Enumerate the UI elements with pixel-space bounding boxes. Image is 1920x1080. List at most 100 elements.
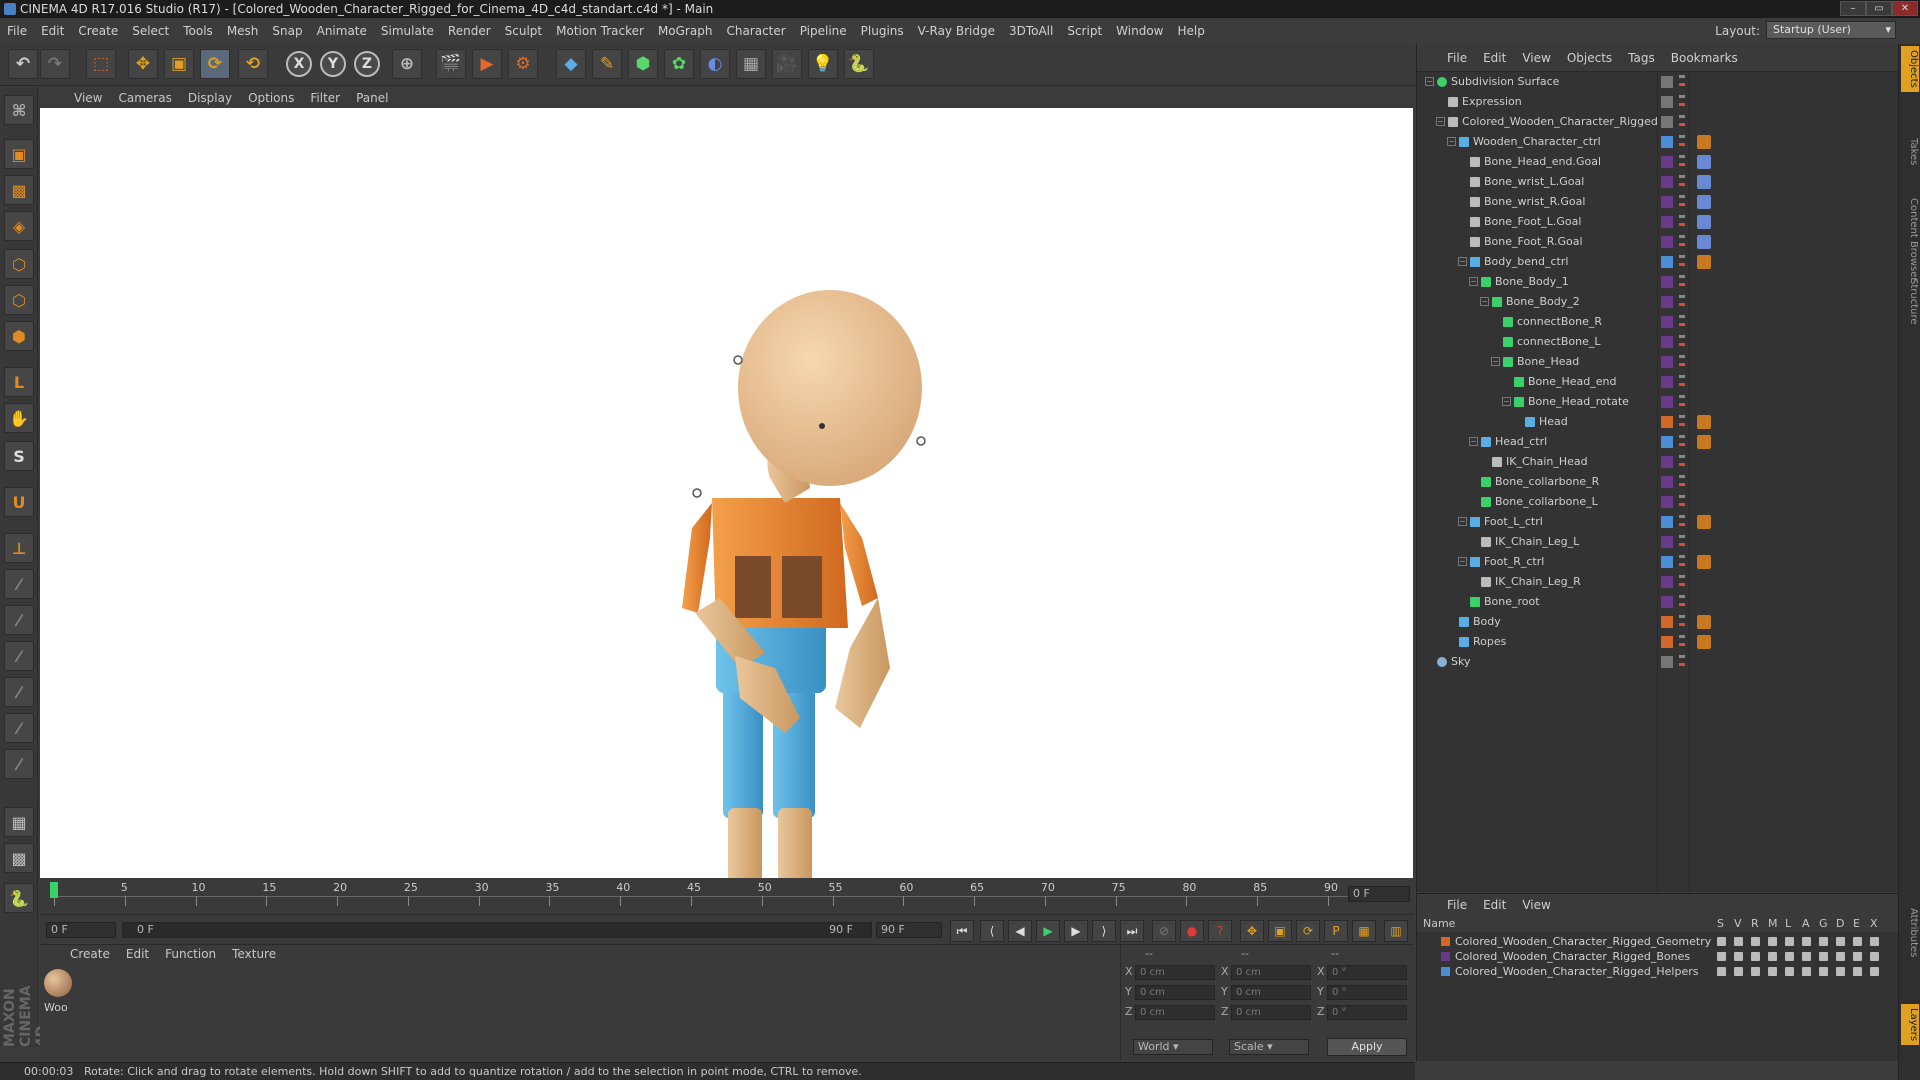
timeline-layout-button[interactable]: ▥ bbox=[1384, 920, 1408, 942]
floor-button[interactable]: ▦ bbox=[736, 49, 766, 79]
python-script-button[interactable]: 🐍 bbox=[4, 883, 34, 913]
maximize-button[interactable]: ▭ bbox=[1866, 1, 1892, 16]
object-tag-icon[interactable] bbox=[1697, 515, 1711, 529]
object-row[interactable]: − Bone_Body_1 bbox=[1417, 272, 1899, 292]
layer-color-swatch[interactable] bbox=[1661, 256, 1673, 268]
layer-color-swatch[interactable] bbox=[1661, 316, 1673, 328]
right-tab-objects[interactable]: Objects bbox=[1901, 46, 1919, 92]
layer-color-swatch[interactable] bbox=[1661, 536, 1673, 548]
menu-tools[interactable]: Tools bbox=[176, 24, 220, 38]
layer-flag-toggle[interactable] bbox=[1819, 937, 1828, 946]
object-row[interactable]: Body bbox=[1417, 612, 1899, 632]
layer-color-swatch[interactable] bbox=[1441, 937, 1450, 946]
layer-flag-toggle[interactable] bbox=[1751, 952, 1760, 961]
object-row[interactable]: Bone_Head_end.Goal bbox=[1417, 152, 1899, 172]
expand-toggle-icon[interactable]: − bbox=[1491, 357, 1500, 366]
brush-tool-4[interactable]: ⁄ bbox=[4, 677, 34, 707]
tweak-mode-button[interactable]: ✋ bbox=[4, 403, 34, 433]
layer-flag-toggle[interactable] bbox=[1802, 967, 1811, 976]
object-row[interactable]: Head bbox=[1417, 412, 1899, 432]
magnet-button[interactable]: U bbox=[4, 487, 34, 517]
subdivision-surface-button[interactable]: ⬢ bbox=[628, 49, 658, 79]
pen-spline-button[interactable]: ✎ bbox=[592, 49, 622, 79]
expand-toggle-icon[interactable]: − bbox=[1436, 117, 1445, 126]
object-row[interactable]: − Wooden_Character_ctrl bbox=[1417, 132, 1899, 152]
menu-snap[interactable]: Snap bbox=[265, 24, 309, 38]
expand-toggle-icon[interactable]: − bbox=[1469, 277, 1478, 286]
layer-color-swatch[interactable] bbox=[1661, 176, 1673, 188]
coordinate-mode-select[interactable]: World ▾ bbox=[1133, 1039, 1213, 1055]
layer-flag-toggle[interactable] bbox=[1870, 937, 1879, 946]
playhead-marker[interactable] bbox=[50, 882, 58, 898]
make-editable-button[interactable]: ⌘ bbox=[4, 95, 34, 125]
menu-script[interactable]: Script bbox=[1060, 24, 1109, 38]
visibility-dots-icon[interactable] bbox=[1679, 95, 1685, 109]
brush-tool-6[interactable]: ⁄ bbox=[4, 749, 34, 779]
deformer-button[interactable]: ◐ bbox=[700, 49, 730, 79]
object-tag-icon[interactable] bbox=[1697, 615, 1711, 629]
visibility-dots-icon[interactable] bbox=[1679, 375, 1685, 389]
key-parameter-button[interactable]: P bbox=[1324, 920, 1348, 942]
object-row[interactable]: Expression bbox=[1417, 92, 1899, 112]
layer-color-swatch[interactable] bbox=[1661, 136, 1673, 148]
layer-color-swatch[interactable] bbox=[1661, 236, 1673, 248]
live-selection-button[interactable]: ⬚ bbox=[86, 49, 116, 79]
visibility-dots-icon[interactable] bbox=[1679, 575, 1685, 589]
layer-flag-column[interactable]: E bbox=[1853, 916, 1860, 932]
position-field[interactable]: 0 cm bbox=[1135, 1005, 1215, 1020]
visibility-dots-icon[interactable] bbox=[1679, 395, 1685, 409]
object-tag-icon[interactable] bbox=[1697, 415, 1711, 429]
menu-animate[interactable]: Animate bbox=[310, 24, 374, 38]
object-row[interactable]: − Subdivision Surface bbox=[1417, 72, 1899, 92]
layer-color-swatch[interactable] bbox=[1661, 196, 1673, 208]
visibility-dots-icon[interactable] bbox=[1679, 215, 1685, 229]
object-row[interactable]: connectBone_L bbox=[1417, 332, 1899, 352]
key-pla-button[interactable]: ▦ bbox=[1352, 920, 1376, 942]
python-button[interactable]: 🐍 bbox=[844, 49, 874, 79]
size-field[interactable]: 0 cm bbox=[1231, 1005, 1311, 1020]
object-row[interactable]: IK_Chain_Leg_L bbox=[1417, 532, 1899, 552]
visibility-dots-icon[interactable] bbox=[1679, 75, 1685, 89]
autokey-button[interactable]: ? bbox=[1208, 920, 1232, 942]
snap-button[interactable]: S bbox=[4, 441, 34, 471]
end-frame-field[interactable]: 90 F bbox=[876, 922, 942, 938]
layer-flag-column[interactable]: X bbox=[1870, 916, 1878, 932]
material-menu-function[interactable]: Function bbox=[157, 947, 224, 961]
menu-plugins[interactable]: Plugins bbox=[854, 24, 911, 38]
layer-flag-column[interactable]: R bbox=[1751, 916, 1759, 932]
layer-color-swatch[interactable] bbox=[1661, 216, 1673, 228]
polygons-mode-button[interactable]: ⬢ bbox=[4, 321, 34, 351]
layer-flag-column[interactable]: G bbox=[1819, 916, 1828, 932]
menu-character[interactable]: Character bbox=[719, 24, 792, 38]
viewport-menu-display[interactable]: Display bbox=[180, 91, 240, 105]
key-position-button[interactable]: ✥ bbox=[1240, 920, 1264, 942]
layer-flag-toggle[interactable] bbox=[1717, 937, 1726, 946]
object-row[interactable]: connectBone_R bbox=[1417, 312, 1899, 332]
next-key-button[interactable]: ⟩ bbox=[1092, 920, 1116, 942]
object-row[interactable]: Bone_wrist_R.Goal bbox=[1417, 192, 1899, 212]
object-row[interactable]: − Body_bend_ctrl bbox=[1417, 252, 1899, 272]
menu-3dtoall[interactable]: 3DToAll bbox=[1002, 24, 1060, 38]
layer-color-swatch[interactable] bbox=[1661, 556, 1673, 568]
previous-frame-button[interactable]: ◀ bbox=[1008, 920, 1032, 942]
object-menu-bookmarks[interactable]: Bookmarks bbox=[1663, 51, 1746, 65]
visibility-dots-icon[interactable] bbox=[1679, 335, 1685, 349]
object-menu-tags[interactable]: Tags bbox=[1620, 51, 1663, 65]
layer-color-swatch[interactable] bbox=[1441, 952, 1450, 961]
right-tab-structure[interactable]: Structure bbox=[1901, 274, 1919, 329]
menu-select[interactable]: Select bbox=[125, 24, 176, 38]
rotation-field[interactable]: 0 ° bbox=[1327, 1005, 1407, 1020]
render-settings-button[interactable]: ⚙ bbox=[508, 49, 538, 79]
layer-menu-view[interactable]: View bbox=[1514, 898, 1558, 912]
layer-flag-toggle[interactable] bbox=[1802, 952, 1811, 961]
brush-tool-3[interactable]: ⁄ bbox=[4, 641, 34, 671]
size-field[interactable]: 0 cm bbox=[1231, 965, 1311, 980]
layer-color-swatch[interactable] bbox=[1661, 416, 1673, 428]
object-row[interactable]: − Foot_R_ctrl bbox=[1417, 552, 1899, 572]
layer-color-swatch[interactable] bbox=[1661, 516, 1673, 528]
texture-mode-button[interactable]: ▩ bbox=[4, 175, 34, 205]
menu-edit[interactable]: Edit bbox=[34, 24, 71, 38]
apply-button[interactable]: Apply bbox=[1327, 1038, 1407, 1056]
layer-flag-column[interactable]: L bbox=[1785, 916, 1791, 932]
layer-color-swatch[interactable] bbox=[1661, 336, 1673, 348]
